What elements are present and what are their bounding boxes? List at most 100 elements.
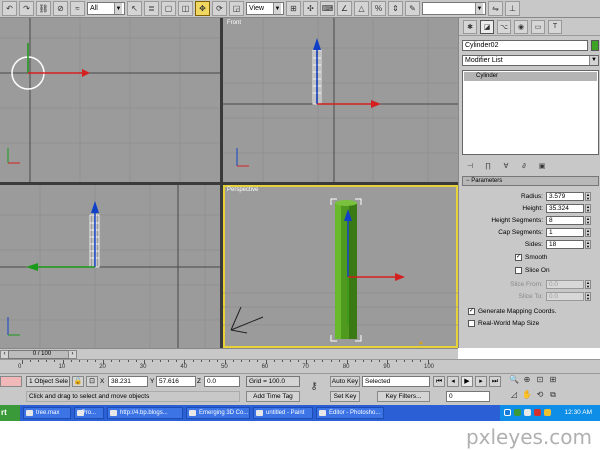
modifier-list-dropdown[interactable]: Modifier List ▼	[462, 55, 599, 66]
track-bar[interactable]: 0 10 20 30 40 50 60 70 80 90 100	[0, 359, 600, 373]
scale-icon[interactable]: ◲	[229, 1, 244, 16]
auto-key-button[interactable]: Auto Key	[330, 376, 360, 387]
zoom-icon[interactable]: 🔍	[508, 375, 520, 387]
cap-segments-spinner[interactable]: ▲ ▼	[585, 228, 591, 237]
set-key-button[interactable]: Set Key	[330, 391, 360, 402]
start-button[interactable]: rt	[0, 405, 20, 421]
height-spinner[interactable]: ▲ ▼	[585, 204, 591, 213]
add-time-tag-button[interactable]: Add Time Tag	[246, 391, 300, 402]
radius-spinner[interactable]: ▲ ▼	[585, 192, 591, 201]
generate-mapping-checkbox-row[interactable]: ✓ Generate Mapping Coords.	[468, 308, 556, 315]
reference-coord-dropdown[interactable]: View ▼	[246, 2, 284, 15]
select-manipulate-icon[interactable]: ✣	[303, 1, 318, 16]
bind-space-warp-icon[interactable]: ≈	[70, 1, 85, 16]
z-coord-field[interactable]: 0.0	[204, 376, 240, 387]
align-icon[interactable]: ⊥	[505, 1, 520, 16]
x-coord-field[interactable]: 38.231	[108, 376, 148, 387]
sides-spinner[interactable]: ▲ ▼	[585, 240, 591, 249]
spinner-snap-icon[interactable]: ⇕	[388, 1, 403, 16]
utilities-tab-icon[interactable]: T	[548, 19, 562, 34]
window-crossing-icon[interactable]: ◫	[178, 1, 193, 16]
antivirus-icon[interactable]	[514, 409, 521, 416]
create-tab-icon[interactable]: ✱	[463, 19, 477, 34]
radius-field[interactable]: 3.579	[546, 192, 584, 201]
smooth-checkbox[interactable]: ✓	[515, 254, 522, 261]
zoom-extents-icon[interactable]: ⊡	[534, 375, 546, 387]
network-icon[interactable]	[504, 409, 511, 416]
lock-selection-icon[interactable]: 🔒	[72, 376, 84, 387]
object-name-field[interactable]: Cylinder02	[462, 40, 588, 51]
modify-tab-icon[interactable]: ◪	[480, 19, 494, 34]
percent-snap-icon[interactable]: %	[371, 1, 386, 16]
edit-named-selection-icon[interactable]: ✎	[405, 1, 420, 16]
taskbar-item[interactable]: - Pro...	[74, 407, 104, 419]
fov-icon[interactable]: ◿	[508, 390, 520, 402]
height-segments-spinner[interactable]: ▲ ▼	[585, 216, 591, 225]
link-icon[interactable]: ⛓	[36, 1, 51, 16]
current-frame-field[interactable]: 0	[446, 391, 490, 402]
slice-on-checkbox[interactable]	[515, 267, 522, 274]
absolute-mode-icon[interactable]: ⊡	[86, 376, 98, 387]
hierarchy-tab-icon[interactable]: ⌥	[497, 19, 511, 34]
slice-on-checkbox-row[interactable]: Slice On	[515, 267, 550, 274]
security-alert-icon[interactable]	[534, 409, 541, 416]
display-tab-icon[interactable]: ▭	[531, 19, 545, 34]
play-icon[interactable]: ▶	[461, 376, 473, 387]
taskbar-item[interactable]: untitled - Paint	[253, 407, 313, 419]
unlink-icon[interactable]: ⊘	[53, 1, 68, 16]
pan-icon[interactable]: ✋	[521, 390, 533, 402]
taskbar-item[interactable]: tree.max	[23, 407, 71, 419]
pivot-center-icon[interactable]: ⊞	[286, 1, 301, 16]
undo-icon[interactable]: ↶	[2, 1, 17, 16]
y-coord-field[interactable]: 57.616	[156, 376, 196, 387]
go-to-end-icon[interactable]: ⏭	[489, 376, 501, 387]
messenger-icon[interactable]	[544, 409, 551, 416]
next-frame-arrow-icon[interactable]: ›	[68, 350, 77, 359]
time-slider-thumb[interactable]: 0 / 100	[8, 350, 76, 359]
height-field[interactable]: 35.324	[546, 204, 584, 213]
viewport-perspective[interactable]: Perspective	[223, 185, 458, 348]
generate-mapping-checkbox[interactable]: ✓	[468, 308, 475, 315]
taskbar-item[interactable]: Editor - Photosho...	[316, 407, 384, 419]
show-end-result-icon[interactable]: ∏	[482, 161, 494, 172]
maxscript-listener[interactable]	[0, 376, 22, 387]
configure-modifier-sets-icon[interactable]: ▣	[536, 161, 548, 172]
move-icon[interactable]: ✥	[195, 1, 210, 16]
time-slider[interactable]: ‹ 0 / 100 ›	[0, 348, 458, 359]
taskbar-item[interactable]: Emerging 3D Co...	[186, 407, 250, 419]
stack-item[interactable]: Cylinder	[464, 72, 597, 81]
maximize-viewport-icon[interactable]: ⧉	[547, 390, 559, 402]
select-by-name-icon[interactable]: ≣	[144, 1, 159, 16]
arc-rotate-icon[interactable]: ⟲	[534, 390, 546, 402]
selection-filter-dropdown[interactable]: All ▼	[87, 2, 125, 15]
mirror-icon[interactable]: ⇋	[488, 1, 503, 16]
rect-selection-icon[interactable]: ▢	[161, 1, 176, 16]
zoom-all-icon[interactable]: ⊕	[521, 375, 533, 387]
viewport-front[interactable]: Front	[223, 18, 458, 182]
object-color-swatch[interactable]	[591, 40, 599, 51]
viewport-top[interactable]	[0, 18, 220, 182]
named-selection-sets-dropdown[interactable]: ▼	[422, 2, 486, 15]
key-set-dropdown[interactable]: Selected	[362, 376, 430, 387]
next-frame-icon[interactable]: ▸	[475, 376, 487, 387]
make-unique-icon[interactable]: ∀	[500, 161, 512, 172]
go-to-start-icon[interactable]: ⏮	[433, 376, 445, 387]
remove-modifier-icon[interactable]: ∂	[518, 161, 530, 172]
real-world-map-checkbox-row[interactable]: Real-World Map Size	[468, 320, 539, 327]
key-filters-button[interactable]: Key Filters...	[377, 391, 430, 402]
snaps-toggle-icon[interactable]: ∠	[337, 1, 352, 16]
cap-segments-field[interactable]: 1	[546, 228, 584, 237]
viewport-left[interactable]	[0, 185, 220, 348]
key-mode-icon[interactable]: ⚷	[308, 382, 320, 394]
motion-tab-icon[interactable]: ◉	[514, 19, 528, 34]
sides-field[interactable]: 18	[546, 240, 584, 249]
angle-snap-icon[interactable]: △	[354, 1, 369, 16]
height-segments-field[interactable]: 8	[546, 216, 584, 225]
smooth-checkbox-row[interactable]: ✓ Smooth	[515, 254, 547, 261]
parameters-rollout-header[interactable]: − Parameters	[462, 176, 599, 186]
previous-frame-icon[interactable]: ◂	[447, 376, 459, 387]
volume-icon[interactable]	[524, 409, 531, 416]
redo-icon[interactable]: ↷	[19, 1, 34, 16]
taskbar-item[interactable]: http://4.bp.blogs...	[107, 407, 183, 419]
zoom-extents-all-icon[interactable]: ⊞	[547, 375, 559, 387]
